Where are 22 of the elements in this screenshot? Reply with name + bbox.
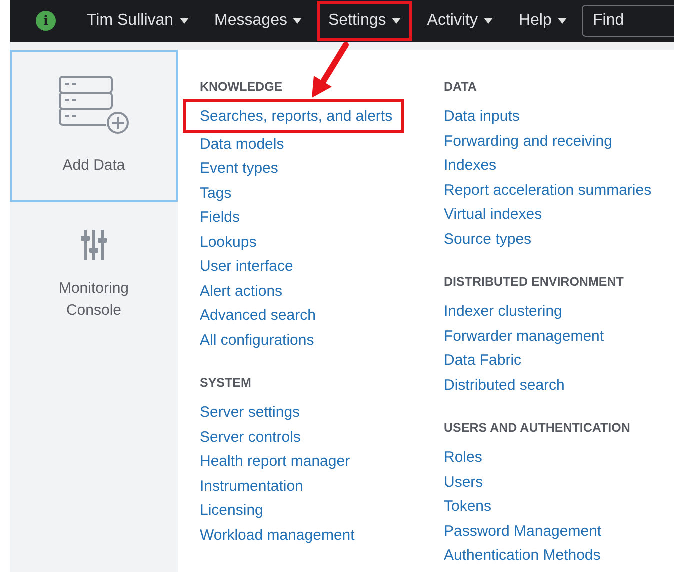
menu-link[interactable]: Searches, reports, and alerts <box>183 99 404 132</box>
caret-icon <box>180 18 189 24</box>
database-add-icon <box>58 75 130 137</box>
section-heading: USERS AND AUTHENTICATION <box>444 420 630 437</box>
section-heading: KNOWLEDGE <box>200 79 283 96</box>
info-badge: i <box>36 11 56 31</box>
sliders-icon <box>81 230 107 260</box>
section-heading: SYSTEM <box>200 375 252 392</box>
nav-menu-button[interactable]: Tim Sullivan <box>76 1 200 41</box>
caret-icon <box>392 18 402 24</box>
nav-menu-button[interactable]: Settings <box>317 1 412 41</box>
section-heading: DATA <box>444 79 477 96</box>
nav-menu-button[interactable]: Help <box>508 1 578 41</box>
caret-icon <box>484 18 493 24</box>
caret-icon <box>558 18 567 24</box>
caret-icon <box>293 18 302 24</box>
nav-menu-button[interactable]: Messages <box>204 1 314 41</box>
sidebar-tile[interactable]: Add Data <box>10 50 178 202</box>
nav-menu-button[interactable]: Activity <box>416 1 504 41</box>
sidebar-tile[interactable]: Monitoring Console <box>10 202 178 324</box>
section-heading: DISTRIBUTED ENVIRONMENT <box>444 274 624 291</box>
search-field[interactable]: Find <box>582 5 674 37</box>
